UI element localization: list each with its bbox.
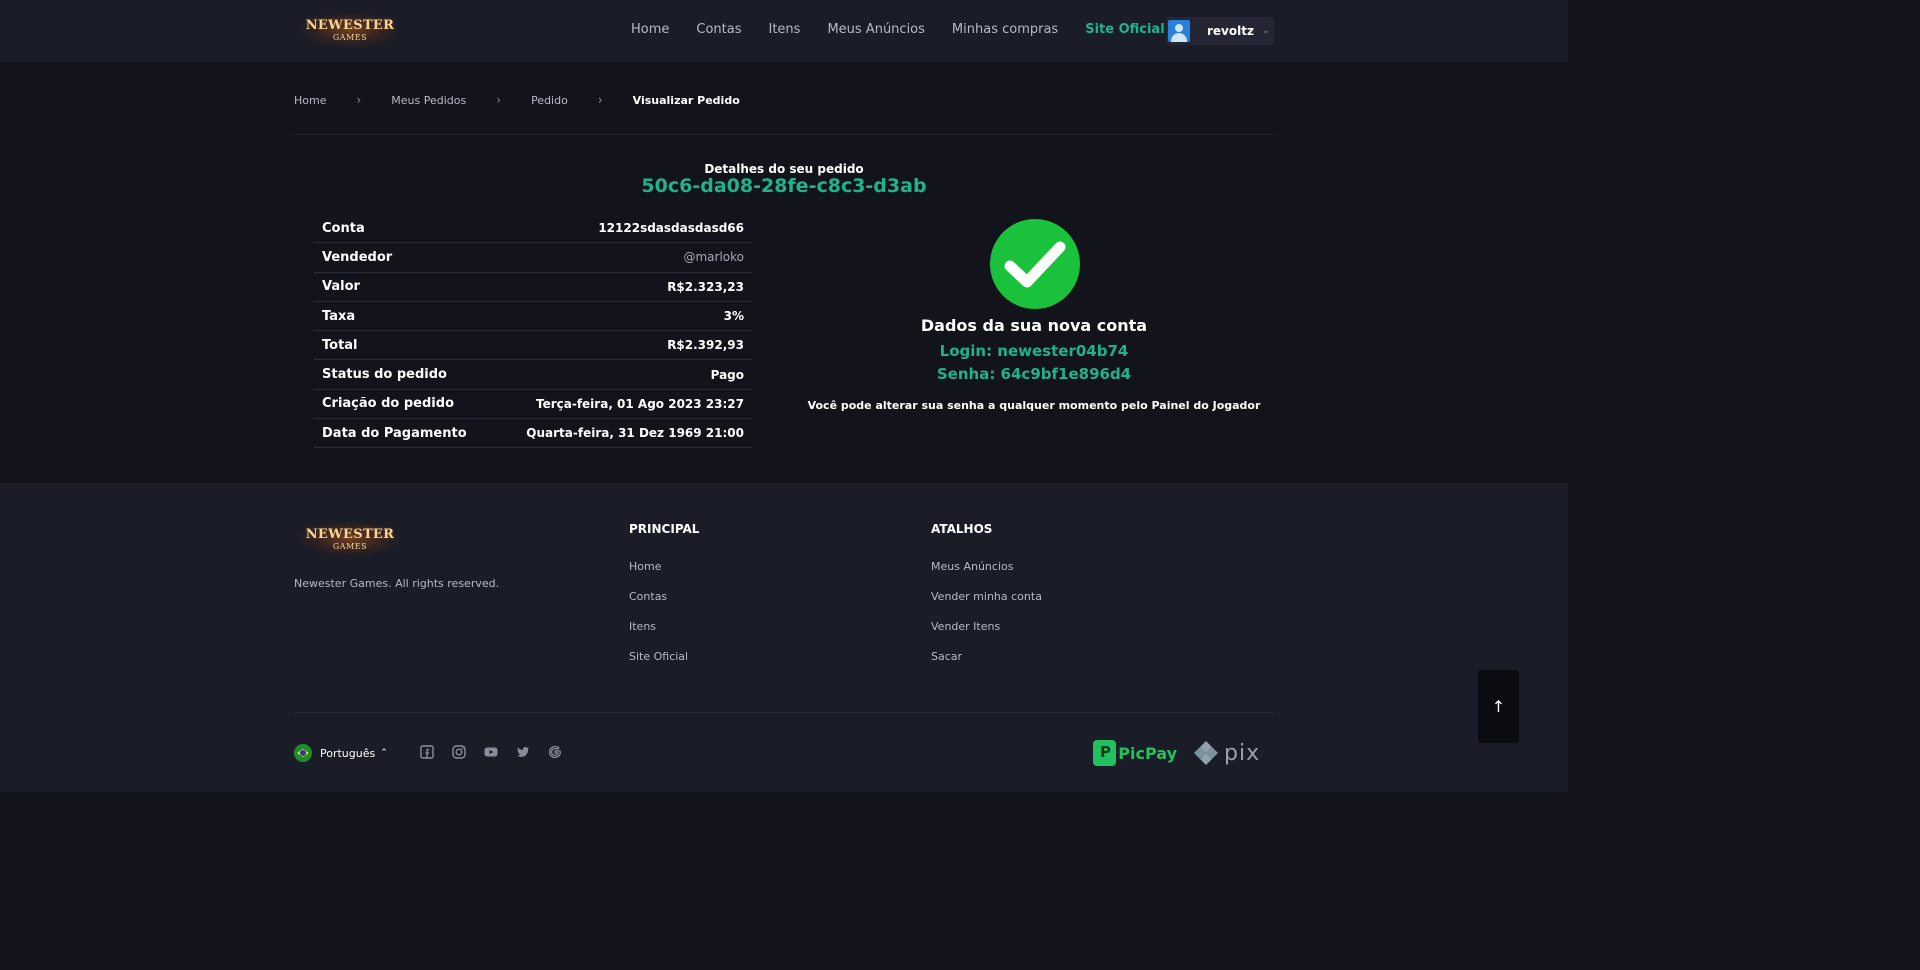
breadcrumb-meus-pedidos[interactable]: Meus Pedidos bbox=[391, 94, 466, 107]
pix-logo: pix bbox=[1192, 739, 1274, 767]
site-logo[interactable]: NEWESTER GAMES bbox=[300, 12, 400, 48]
google-icon[interactable] bbox=[548, 745, 562, 759]
footer-link-site-oficial[interactable]: Site Oficial bbox=[629, 650, 688, 663]
username: revoltz bbox=[1207, 24, 1254, 38]
footer-link-home[interactable]: Home bbox=[629, 560, 661, 573]
pix-icon bbox=[1194, 741, 1218, 765]
nav-home[interactable]: Home bbox=[631, 22, 669, 37]
user-menu-button[interactable]: revoltz ⌄ bbox=[1166, 17, 1274, 45]
account-title: Dados da sua nova conta bbox=[920, 316, 1148, 335]
order-details-table: Conta 12122sdasdasdasd66 Vendedor @marlo… bbox=[314, 214, 752, 449]
row-value: Terça-feira, 01 Ago 2023 23:27 bbox=[535, 396, 744, 411]
row-label: Conta bbox=[322, 220, 365, 236]
divider bbox=[294, 134, 1274, 135]
footer-link-vender-itens[interactable]: Vender Itens bbox=[931, 620, 1000, 633]
instagram-icon[interactable] bbox=[452, 745, 466, 759]
status-badge: Pago bbox=[710, 367, 744, 382]
table-row: Valor R$2.323,23 bbox=[314, 273, 752, 302]
table-row: Criação do pedido Terça-feira, 01 Ago 20… bbox=[314, 390, 752, 420]
brazil-flag-icon bbox=[294, 744, 312, 762]
row-value: R$2.323,23 bbox=[667, 279, 744, 294]
nav-contas[interactable]: Contas bbox=[696, 22, 741, 37]
table-row: Total R$2.392,93 bbox=[314, 331, 752, 361]
scroll-to-top-button[interactable]: ↑ bbox=[1478, 670, 1519, 743]
footer-link-vender-conta[interactable]: Vender minha conta bbox=[931, 590, 1042, 603]
table-row: Data do Pagamento Quarta-feira, 31 Dez 1… bbox=[314, 419, 752, 449]
footer-link-sacar[interactable]: Sacar bbox=[931, 650, 962, 663]
pix-label: pix bbox=[1224, 740, 1261, 766]
table-row: Vendedor @marloko bbox=[314, 243, 752, 273]
table-row: Taxa 3% bbox=[314, 302, 752, 332]
table-row: Conta 12122sdasdasdasd66 bbox=[314, 214, 752, 244]
logo-line-1: NEWESTER bbox=[305, 17, 395, 33]
picpay-label: PicPay bbox=[1118, 743, 1177, 763]
twitter-icon[interactable] bbox=[516, 745, 530, 759]
arrow-up-icon: ↑ bbox=[1491, 697, 1506, 716]
logo-line-2: GAMES bbox=[332, 541, 368, 551]
row-label: Total bbox=[322, 337, 358, 353]
language-selector[interactable]: Português ⌃ bbox=[294, 744, 388, 762]
row-label: Data do Pagamento bbox=[322, 425, 467, 441]
nav-itens[interactable]: Itens bbox=[769, 22, 801, 37]
row-value: R$2.392,93 bbox=[667, 338, 744, 353]
order-id: 50c6-da08-28fe-c8c3-d3ab bbox=[641, 175, 927, 197]
social-links bbox=[420, 745, 580, 759]
youtube-icon[interactable] bbox=[484, 745, 498, 759]
seller-link[interactable]: @marloko bbox=[683, 250, 744, 264]
nav-minhas-compras[interactable]: Minhas compras bbox=[952, 22, 1058, 37]
copyright-text: Newester Games. All rights reserved. bbox=[294, 577, 500, 590]
facebook-icon[interactable] bbox=[420, 745, 434, 759]
nav-meus-anuncios[interactable]: Meus Anúncios bbox=[827, 22, 924, 37]
nav-site-oficial[interactable]: Site Oficial bbox=[1085, 22, 1164, 37]
chevron-right-icon: › bbox=[356, 93, 362, 107]
avatar bbox=[1168, 20, 1190, 42]
picpay-logo: P PicPay bbox=[1093, 738, 1177, 768]
account-password: Senha: 64c9bf1e896d4 bbox=[936, 365, 1132, 383]
language-label: Português bbox=[320, 746, 376, 760]
breadcrumb-pedido[interactable]: Pedido bbox=[531, 94, 568, 107]
account-note: Você pode alterar sua senha a qualquer m… bbox=[807, 399, 1261, 412]
chevron-down-icon: ⌄ bbox=[1261, 26, 1270, 36]
logo-line-2: GAMES bbox=[332, 32, 368, 42]
footer: NEWESTER GAMES Newester Games. All right… bbox=[0, 483, 1568, 792]
breadcrumb: Home › Meus Pedidos › Pedido › Visualiza… bbox=[294, 93, 740, 107]
footer-link-meus-anuncios[interactable]: Meus Anúncios bbox=[931, 560, 1013, 573]
top-header: NEWESTER GAMES Home Contas Itens Meus An… bbox=[0, 0, 1568, 62]
row-value: 12122sdasdasdasd66 bbox=[598, 221, 744, 236]
divider bbox=[294, 712, 1274, 713]
account-login: Login: newester04b74 bbox=[939, 342, 1129, 360]
row-value: Quarta-feira, 31 Dez 1969 21:00 bbox=[526, 426, 744, 441]
footer-logo[interactable]: NEWESTER GAMES bbox=[300, 521, 400, 557]
row-label: Vendedor bbox=[322, 249, 393, 265]
order-caption: Detalhes do seu pedido bbox=[704, 162, 864, 176]
picpay-icon: P bbox=[1093, 740, 1117, 766]
footer-link-contas[interactable]: Contas bbox=[629, 590, 667, 603]
table-row: Status do pedido Pago bbox=[314, 360, 752, 390]
logo-line-1: NEWESTER bbox=[305, 526, 395, 542]
row-label: Status do pedido bbox=[322, 367, 447, 383]
row-label: Taxa bbox=[322, 308, 356, 324]
chevron-up-icon: ⌃ bbox=[380, 748, 388, 758]
footer-principal-title: PRINCIPAL bbox=[629, 522, 700, 536]
chevron-right-icon: › bbox=[496, 93, 502, 107]
footer-link-itens[interactable]: Itens bbox=[629, 620, 656, 633]
checkmark-icon bbox=[990, 219, 1080, 309]
row-label: Criação do pedido bbox=[322, 396, 454, 412]
chevron-right-icon: › bbox=[597, 93, 603, 107]
breadcrumb-current: Visualizar Pedido bbox=[632, 93, 740, 107]
main-nav: Home Contas Itens Meus Anúncios Minhas c… bbox=[631, 22, 1165, 37]
footer-atalhos-title: ATALHOS bbox=[931, 522, 993, 536]
row-label: Valor bbox=[322, 279, 360, 295]
row-value: 3% bbox=[723, 309, 744, 324]
breadcrumb-home[interactable]: Home bbox=[294, 94, 326, 107]
